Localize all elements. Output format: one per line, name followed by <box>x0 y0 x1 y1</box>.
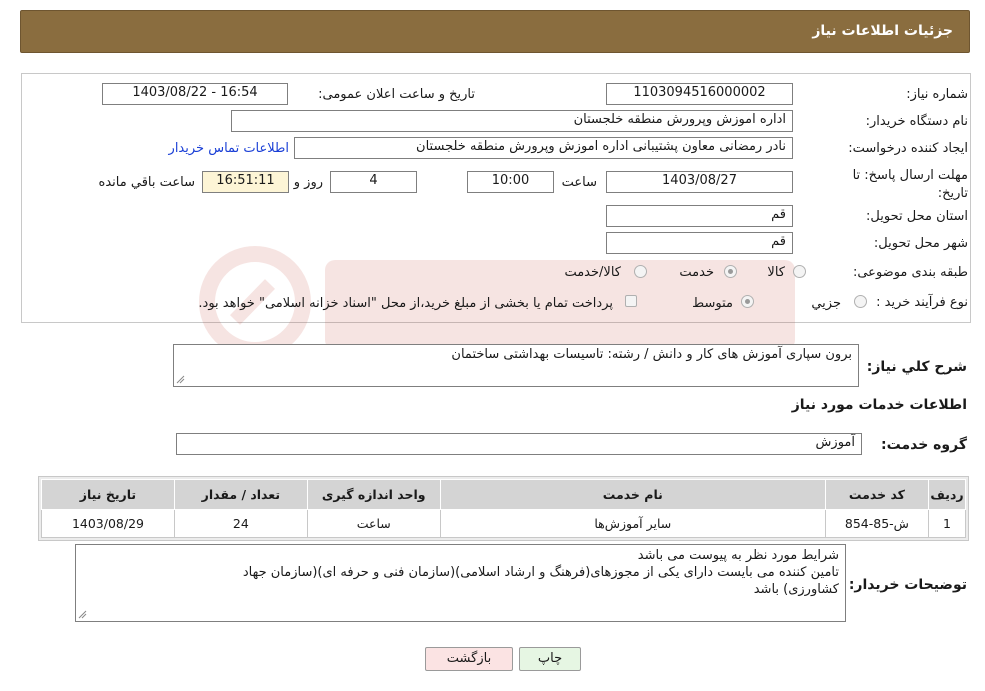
deadline-label: مهلت ارسال پاسخ: تا تاریخ: <box>852 168 968 201</box>
buyer-org-label: نام دستگاه خریدار: <box>865 114 968 129</box>
province-field: قم <box>606 205 793 227</box>
category-label: طبقه بندی موضوعی: <box>852 265 968 280</box>
announce-field: 1403/08/22 - 16:54 <box>102 83 288 105</box>
process-medium-label: متوسط <box>692 296 733 311</box>
row-name: سایر آموزش‌ها <box>439 509 826 538</box>
buyer-notes-textarea[interactable]: شرایط مورد نظر به پیوست می باشد تامین کن… <box>75 544 846 622</box>
buyer-notes-line-2: تامین کننده می بایست دارای یکی از مجوزها… <box>242 565 839 580</box>
creator-label: ایجاد کننده درخواست: <box>848 141 968 156</box>
col-code-header: کد خدمت <box>824 479 929 510</box>
category-service-label: خدمت <box>679 265 714 280</box>
creator-field: نادر رمضانی معاون پشتیبانی اداره اموزش و… <box>294 137 793 159</box>
need-number-field: 1103094516000002 <box>606 83 793 105</box>
row-code: ش-85-854 <box>824 509 929 538</box>
col-name-header: نام خدمت <box>439 479 826 510</box>
print-button[interactable]: چاپ <box>519 647 581 671</box>
category-service-radio[interactable] <box>724 265 737 278</box>
buyer-notes-line-3: کشاورزی) باشد <box>753 582 839 597</box>
remaining-label: ساعت باقي مانده <box>98 175 195 190</box>
description-label: شرح کلي نياز: <box>866 359 967 375</box>
col-date-header: تاریخ نیاز <box>41 479 175 510</box>
service-group-field: آموزش <box>176 433 862 455</box>
description-textarea[interactable]: برون سپاری آموزش های کار و دانش / رشته: … <box>173 344 859 387</box>
row-date: 1403/08/29 <box>41 509 175 538</box>
process-medium-radio[interactable] <box>741 295 754 308</box>
need-number-label: شماره نیاز: <box>906 87 968 102</box>
city-field: قم <box>606 232 793 254</box>
process-label: نوع فرآیند خرید : <box>876 295 968 310</box>
province-label: استان محل تحویل: <box>866 209 968 224</box>
resize-grip-icon[interactable] <box>78 610 87 619</box>
services-table-container: ردیف کد خدمت نام خدمت واحد اندازه گیری ت… <box>38 476 969 541</box>
buyer-contact-link[interactable]: اطلاعات تماس خریدار <box>169 141 289 156</box>
category-both-radio[interactable] <box>634 265 647 278</box>
category-goods-label: کالا <box>767 265 785 280</box>
deadline-time-label: ساعت <box>561 175 597 190</box>
back-button[interactable]: بازگشت <box>425 647 513 671</box>
deadline-time-field: 10:00 <box>467 171 554 193</box>
process-minor-label: جزيي <box>811 296 841 311</box>
process-minor-radio[interactable] <box>854 295 867 308</box>
announce-label: تاریخ و ساعت اعلان عمومی: <box>318 87 475 102</box>
days-label: روز و <box>293 175 323 190</box>
city-label: شهر محل تحویل: <box>873 236 968 251</box>
col-qty-header: تعداد / مقدار <box>173 479 308 510</box>
buyer-org-field: اداره اموزش وپرورش منطقه خلجستان <box>231 110 793 132</box>
buyer-notes-line-1: شرایط مورد نظر به پیوست می باشد <box>637 548 839 563</box>
deadline-date-field: 1403/08/27 <box>606 171 793 193</box>
category-goods-radio[interactable] <box>793 265 806 278</box>
category-both-label: کالا/خدمت <box>564 265 621 280</box>
days-field: 4 <box>330 171 417 193</box>
row-index: 1 <box>927 509 967 538</box>
service-group-label: گروه خدمت: <box>881 437 967 453</box>
col-unit-header: واحد اندازه گیری <box>306 479 441 510</box>
remaining-time-field: 16:51:11 <box>202 171 289 193</box>
treasury-payment-note: پرداخت تمام یا بخشی از مبلغ خرید،از محل … <box>198 296 613 311</box>
page-title: جزئیات اطلاعات نیاز <box>812 23 953 39</box>
page-header: جزئیات اطلاعات نیاز <box>20 10 970 53</box>
table-row: 1 ش-85-854 سایر آموزش‌ها ساعت 24 1403/08… <box>41 509 967 538</box>
services-table: ردیف کد خدمت نام خدمت واحد اندازه گیری ت… <box>41 479 967 538</box>
treasury-payment-checkbox[interactable] <box>625 295 637 307</box>
row-qty: 24 <box>173 509 308 538</box>
resize-grip-icon[interactable] <box>176 375 185 384</box>
row-unit: ساعت <box>306 509 441 538</box>
description-text: برون سپاری آموزش های کار و دانش / رشته: … <box>451 347 852 362</box>
col-index-header: ردیف <box>927 479 967 510</box>
buyer-notes-label: توضیحات خریدار: <box>848 577 967 593</box>
services-title: اطلاعات خدمات مورد نیاز <box>791 397 967 413</box>
